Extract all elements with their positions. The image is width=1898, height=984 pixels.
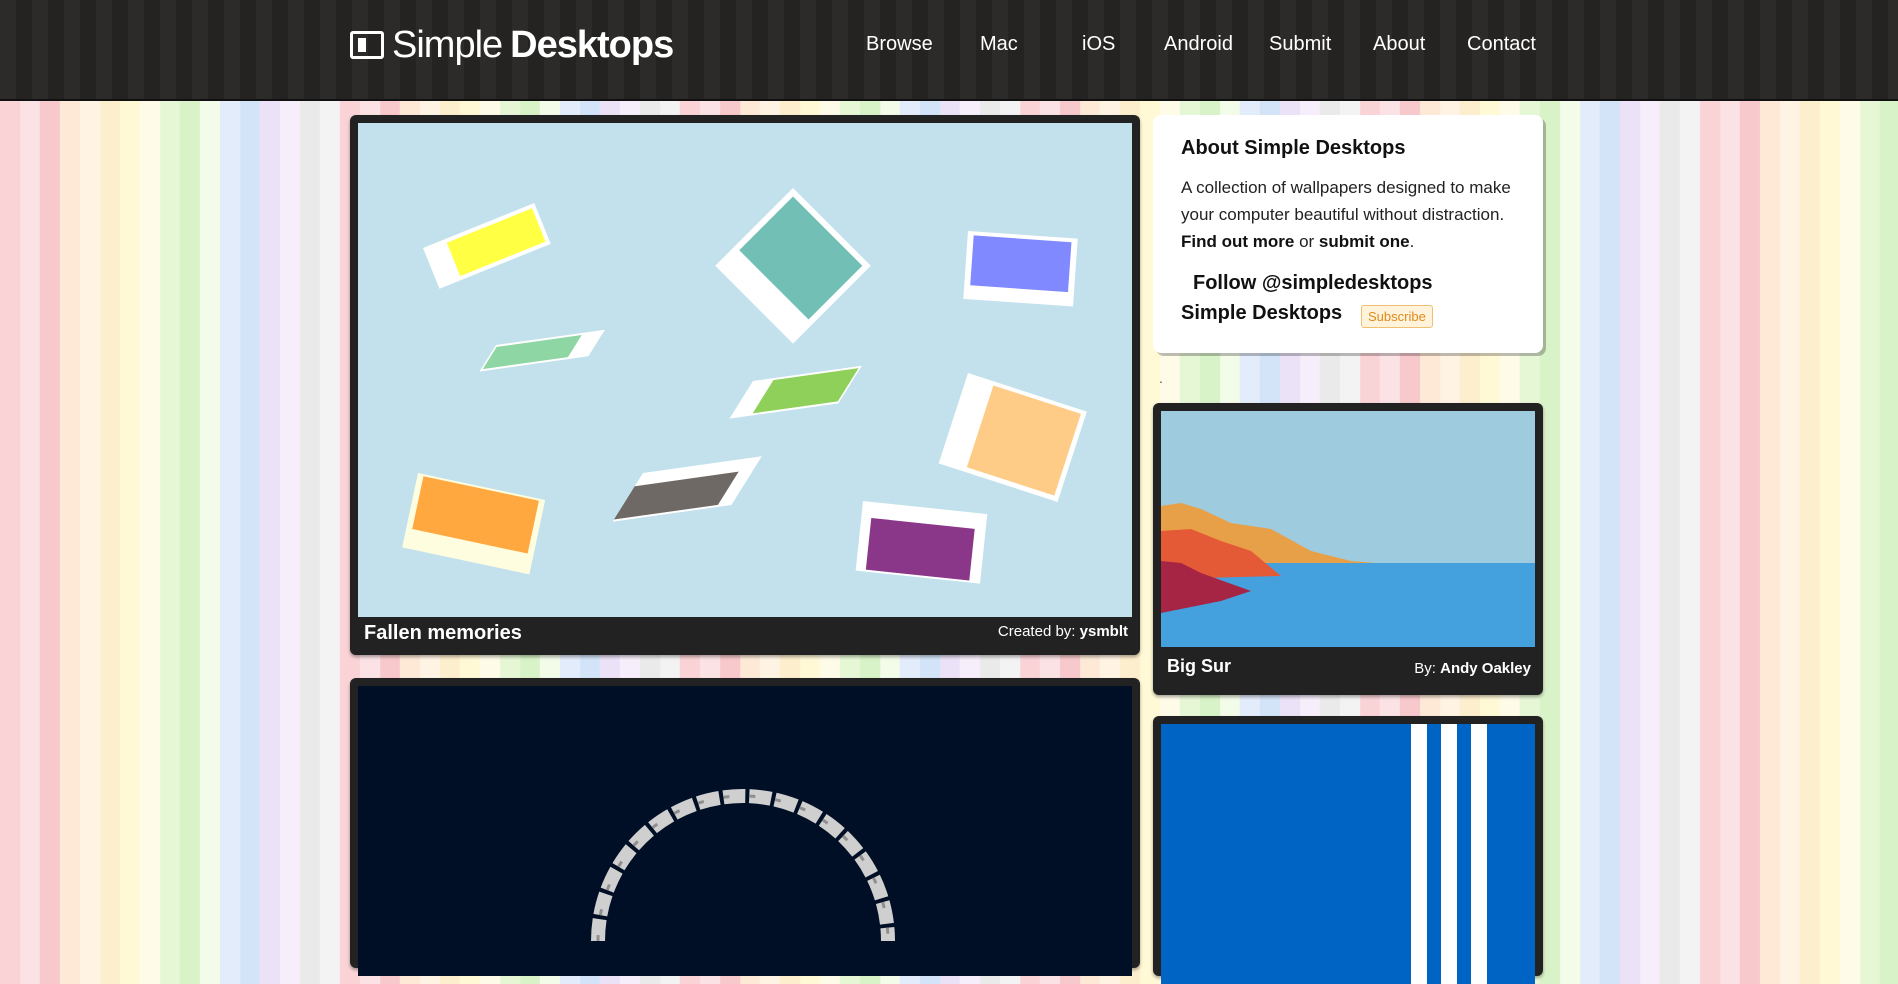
featured-wallpaper-card[interactable]: Fallen memories Created by: ysmblt <box>350 115 1140 655</box>
big-sur-artwork <box>1161 503 1535 647</box>
follow-twitter-link[interactable]: Follow @simpledesktops <box>1193 272 1433 295</box>
about-description: A collection of wallpapers designed to m… <box>1181 178 1511 224</box>
sidebar-wallpaper-credit: By: Andy Oakley <box>1414 660 1531 677</box>
stripes-artwork <box>1411 724 1487 984</box>
or-text: or <box>1299 232 1315 251</box>
nav-submit[interactable]: Submit <box>1269 33 1331 56</box>
top-navigation-bar: Simple Desktops Browse Mac iOS Android S… <box>0 0 1898 101</box>
period-text: . <box>1409 232 1415 251</box>
submit-one-link[interactable]: submit one <box>1319 232 1410 251</box>
logo-icon <box>350 31 384 59</box>
nav-android[interactable]: Android <box>1164 33 1233 56</box>
site-logo[interactable]: Simple Desktops <box>350 22 674 68</box>
fallen-memories-artwork <box>402 188 1087 584</box>
sidebar-wallpaper-title[interactable]: Big Sur <box>1167 656 1231 677</box>
logo-text-light: Simple <box>392 23 503 66</box>
author-link[interactable]: Andy Oakley <box>1440 660 1531 677</box>
wallpaper-thumbnail-fallen-memories[interactable] <box>358 123 1132 617</box>
credit-prefix: Created by: <box>997 623 1076 640</box>
logo-text-bold: Desktops <box>510 23 674 66</box>
wallpaper-title[interactable]: Fallen memories <box>364 622 522 645</box>
stray-dot: . <box>1159 370 1163 386</box>
find-out-more-link[interactable]: Find out more <box>1181 232 1294 251</box>
nav-about[interactable]: About <box>1373 33 1425 56</box>
author-link[interactable]: ysmblt <box>1080 623 1128 640</box>
wallpaper-credit: Created by: ysmblt <box>998 623 1128 640</box>
wallpaper-thumbnail-stripes[interactable] <box>1161 724 1535 984</box>
chain-ring-artwork <box>591 789 895 942</box>
nav-ios[interactable]: iOS <box>1082 33 1115 56</box>
nav-browse[interactable]: Browse <box>866 33 933 56</box>
wallpaper-thumbnail-big-sur[interactable] <box>1161 411 1535 647</box>
about-title: About Simple Desktops <box>1181 137 1406 159</box>
credit-prefix: By: <box>1414 660 1436 677</box>
wallpaper-card[interactable] <box>350 678 1140 976</box>
nav-mac[interactable]: Mac <box>980 33 1018 56</box>
about-text: A collection of wallpapers designed to m… <box>1181 174 1515 255</box>
rss-label: Simple Desktops <box>1181 302 1343 324</box>
about-box: About Simple Desktops A collection of wa… <box>1153 115 1543 353</box>
subscribe-button[interactable]: Subscribe <box>1361 305 1433 328</box>
sidebar-wallpaper-card[interactable] <box>1153 716 1543 984</box>
nav-contact[interactable]: Contact <box>1467 33 1536 56</box>
sidebar-wallpaper-card[interactable]: Big Sur By: Andy Oakley <box>1153 403 1543 695</box>
wallpaper-thumbnail-chain[interactable] <box>358 686 1132 976</box>
